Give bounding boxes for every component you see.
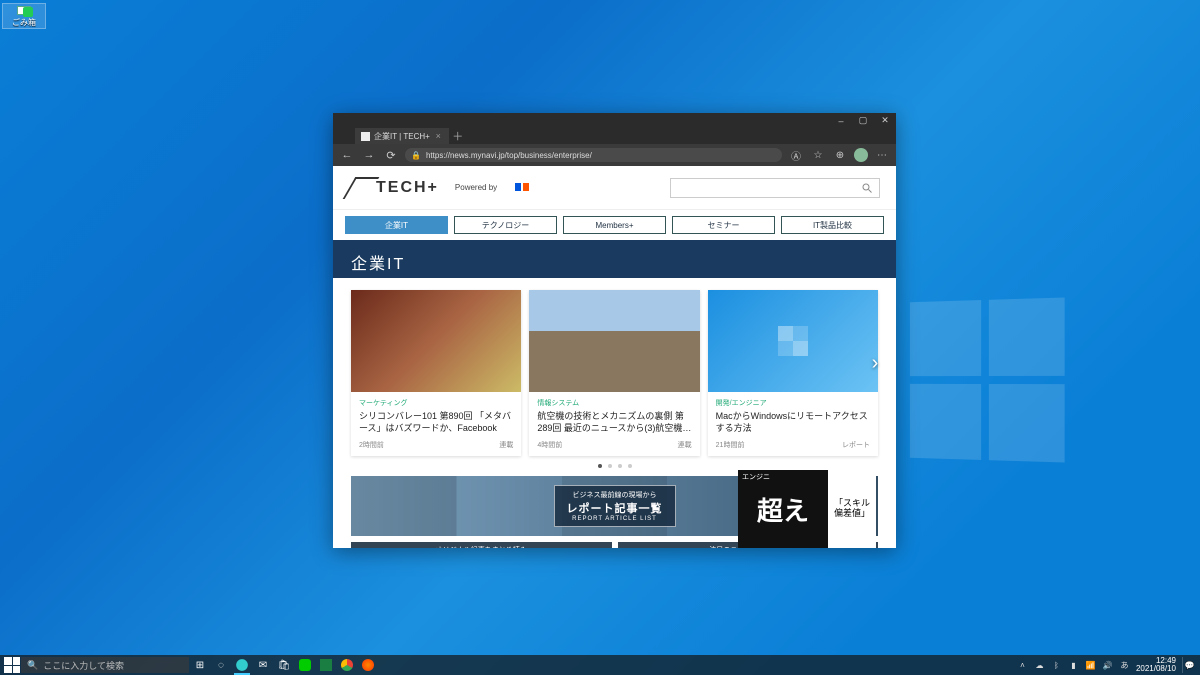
tab-close-button[interactable]: ×: [434, 132, 443, 141]
search-icon: [861, 182, 873, 194]
tab-strip: 企業IT | TECH+ × ＋: [333, 128, 896, 144]
article-tag: レポート: [842, 440, 870, 450]
search-icon: 🔍: [27, 660, 38, 671]
edge-icon: [235, 658, 249, 672]
clock-date: 2021/08/10: [1136, 665, 1176, 673]
article-carousel: マーケティング シリコンバレー101 第890回 「メタバース」はバズワードか、…: [333, 278, 896, 464]
taskbar-app-mail[interactable]: ✉: [253, 657, 273, 673]
article-category: 情報システム: [537, 398, 691, 408]
article-title: 航空機の技術とメカニズムの裏側 第289回 最近のニュースから(3)航空機…: [537, 410, 691, 434]
forward-button[interactable]: →: [361, 147, 377, 163]
window-titlebar[interactable]: – ▢ ✕: [333, 113, 896, 128]
taskbar: 🔍 ここに入力して検索 ⊞ ◌ ✉ 🛍 ˄ ☁ ᛒ ▮ 📶 🔊 あ 12:49 …: [0, 655, 1200, 675]
new-tab-button[interactable]: ＋: [449, 128, 467, 144]
back-button[interactable]: ←: [339, 147, 355, 163]
article-card[interactable]: 情報システム 航空機の技術とメカニズムの裏側 第289回 最近のニュースから(3…: [529, 290, 699, 456]
taskbar-app-chrome[interactable]: [337, 657, 357, 673]
category-nav: 企業IT テクノロジー Members+ セミナー IT製品比較: [333, 210, 896, 240]
article-age: 4時間前: [537, 440, 562, 450]
article-title: シリコンバレー101 第890回 「メタバース」はバズワードか、Facebook…: [359, 410, 513, 434]
url-text: https://news.mynavi.jp/top/business/ente…: [426, 151, 592, 160]
feature-link[interactable]: オリジナル記事をまとめ読み: [351, 542, 612, 548]
banner-subtitle: ビジネス最前線の現場から: [567, 490, 663, 500]
tray-ime-indicator[interactable]: あ: [1119, 660, 1130, 671]
ad-vertical-text: 偏差値」: [834, 509, 870, 519]
window-maximize-button[interactable]: ▢: [852, 113, 874, 128]
hero-banner: 企業IT: [333, 240, 896, 278]
ad-close-icon[interactable]: ✕: [865, 471, 875, 481]
mynavi-logo-icon[interactable]: [513, 179, 531, 197]
article-card[interactable]: マーケティング シリコンバレー101 第890回 「メタバース」はバズワードか、…: [351, 290, 521, 456]
banner-english: REPORT ARTICLE LIST: [567, 516, 663, 522]
article-thumbnail: [529, 290, 699, 392]
lock-icon: 🔒: [411, 151, 421, 160]
nav-item-members[interactable]: Members+: [563, 216, 666, 234]
hero-title: 企業IT: [351, 250, 878, 274]
taskbar-app-cortana[interactable]: ◌: [211, 657, 231, 673]
taskbar-app-excel[interactable]: [316, 657, 336, 673]
system-tray: ˄ ☁ ᛒ ▮ 📶 🔊 あ 12:49 2021/08/10 💬: [1017, 657, 1196, 673]
tray-battery-icon[interactable]: ▮: [1068, 660, 1079, 671]
article-title: MacからWindowsにリモートアクセスする方法: [716, 410, 870, 434]
tab-title: 企業IT | TECH+: [374, 131, 430, 142]
window-close-button[interactable]: ✕: [874, 113, 896, 128]
nav-item-technology[interactable]: テクノロジー: [454, 216, 557, 234]
reload-button[interactable]: ⟳: [383, 147, 399, 163]
powered-by-label: Powered by: [455, 183, 497, 192]
browser-tab-active[interactable]: 企業IT | TECH+ ×: [355, 128, 449, 144]
tab-favicon: [361, 132, 370, 141]
taskbar-search[interactable]: 🔍 ここに入力して検索: [21, 657, 189, 673]
site-logo[interactable]: TECH+: [349, 177, 439, 199]
task-view-button[interactable]: ⊞: [190, 657, 210, 673]
taskbar-app-firefox[interactable]: [358, 657, 378, 673]
browser-window: – ▢ ✕ 企業IT | TECH+ × ＋ ← → ⟳ 🔒 https://n…: [333, 113, 896, 548]
taskbar-clock[interactable]: 12:49 2021/08/10: [1136, 657, 1176, 673]
toolbar: ← → ⟳ 🔒 https://news.mynavi.jp/top/busin…: [333, 144, 896, 166]
recycle-bin-icon: [17, 6, 31, 15]
taskbar-app-edge[interactable]: [232, 657, 252, 673]
read-aloud-button[interactable]: Ⓐ: [788, 147, 804, 163]
taskbar-app-store[interactable]: 🛍: [274, 657, 294, 673]
collections-button[interactable]: ⊕: [832, 147, 848, 163]
carousel-next-button[interactable]: ›: [864, 348, 886, 378]
taskbar-app-line[interactable]: [295, 657, 315, 673]
profile-avatar[interactable]: [854, 148, 868, 162]
tray-bluetooth-icon[interactable]: ᛒ: [1051, 660, 1062, 671]
search-placeholder: ここに入力して検索: [43, 659, 124, 672]
site-header: TECH+ Powered by: [333, 166, 896, 210]
tray-volume-icon[interactable]: 🔊: [1102, 660, 1113, 671]
tray-network-icon[interactable]: 📶: [1085, 660, 1096, 671]
favorites-button[interactable]: ☆: [810, 147, 826, 163]
article-card[interactable]: 開発/エンジニア MacからWindowsにリモートアクセスする方法 21時間前…: [708, 290, 878, 456]
banner-title: レポート記事一覧: [567, 500, 663, 516]
action-center-button[interactable]: 💬: [1182, 657, 1196, 673]
menu-button[interactable]: ⋯: [874, 147, 890, 163]
article-category: マーケティング: [359, 398, 513, 408]
nav-item-seminar[interactable]: セミナー: [672, 216, 775, 234]
window-minimize-button[interactable]: –: [830, 113, 852, 128]
article-thumbnail: [351, 290, 521, 392]
ad-top-text: エンジニ: [742, 472, 770, 482]
tray-overflow-button[interactable]: ˄: [1017, 660, 1028, 671]
desktop-icon-label: ごみ箱: [12, 17, 36, 28]
article-tag: 連載: [678, 440, 692, 450]
article-age: 2時間前: [359, 440, 384, 450]
article-age: 21時間前: [716, 440, 745, 450]
desktop-icon-recycle-bin[interactable]: ごみ箱: [2, 3, 46, 29]
address-bar[interactable]: 🔒 https://news.mynavi.jp/top/business/en…: [405, 148, 782, 162]
site-search-input[interactable]: [670, 178, 880, 198]
nav-item-enterprise-it[interactable]: 企業IT: [345, 216, 448, 234]
article-thumbnail: [708, 290, 878, 392]
article-category: 開発/エンジニア: [716, 398, 870, 408]
page-viewport[interactable]: TECH+ Powered by 企業IT テクノロジー Members+ セミ…: [333, 166, 896, 548]
tray-onedrive-icon[interactable]: ☁: [1034, 660, 1045, 671]
article-tag: 連載: [499, 440, 513, 450]
start-button[interactable]: [4, 657, 20, 673]
nav-item-it-products[interactable]: IT製品比較: [781, 216, 884, 234]
wallpaper-windows-logo: [910, 298, 1065, 463]
sidebar-ad[interactable]: エンジニ ✕ 超え 「スキル偏差値」: [738, 470, 876, 548]
